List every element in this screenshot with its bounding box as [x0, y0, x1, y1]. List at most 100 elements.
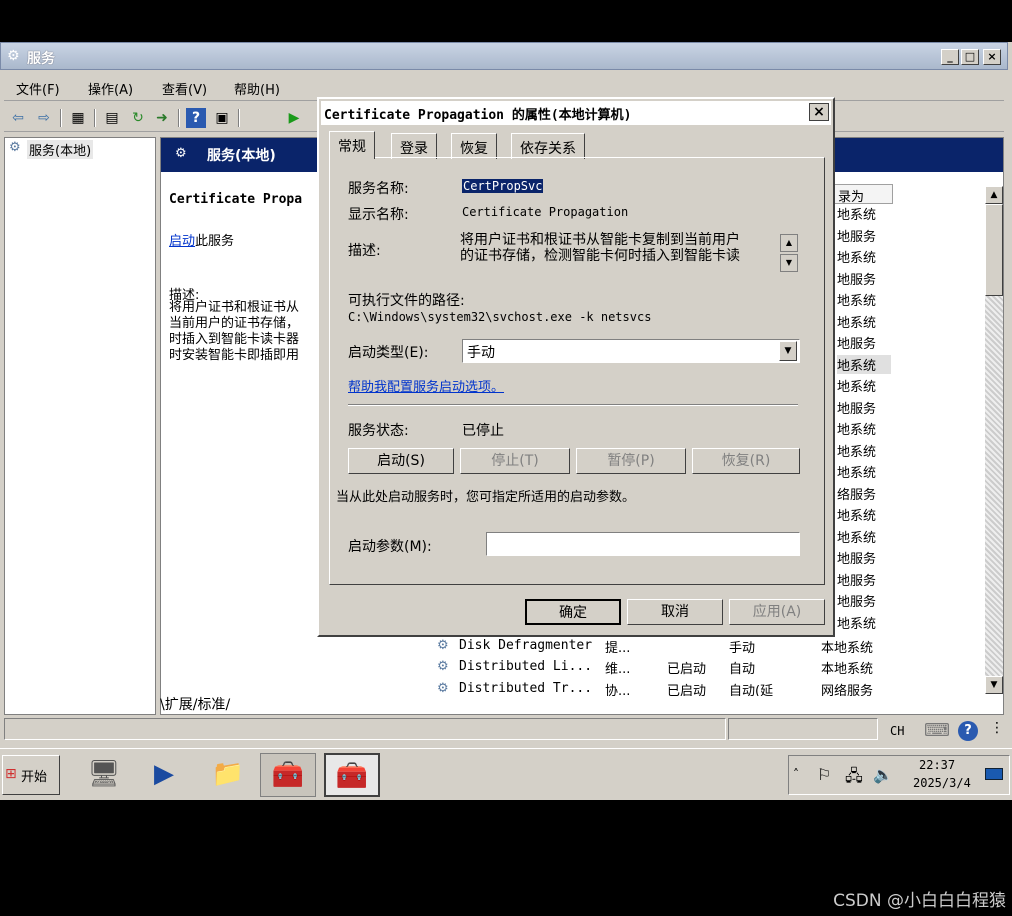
- table-row[interactable]: ⚙ Disk Defragmenter 提... 手动 本地系统: [437, 636, 887, 656]
- volume-muted-icon[interactable]: 🔈: [873, 765, 893, 784]
- logon-cell: 络服务: [837, 487, 877, 503]
- play-icon[interactable]: ▶: [284, 108, 304, 128]
- taskbar: ⊞ 开始 🖥 ▶ 📁 🧰 🧰 ˄ ⚐ 🖧 🔈 22:37 2025/3/4: [0, 748, 1012, 800]
- minimize-button[interactable]: _: [941, 49, 959, 65]
- start-params-input[interactable]: [486, 532, 800, 556]
- logon-cell: 地服务: [837, 401, 877, 417]
- language-bar: CH ⌨ ? ⋮: [882, 718, 1010, 746]
- ok-button[interactable]: 确定: [525, 599, 621, 625]
- explorer-icon[interactable]: 📁: [200, 753, 256, 797]
- flag-icon[interactable]: ⚐: [817, 765, 831, 784]
- menu-view[interactable]: 查看(V): [162, 79, 207, 98]
- dialog-close-button[interactable]: ×: [809, 103, 829, 121]
- keyboard-icon[interactable]: ⌨: [924, 720, 950, 741]
- forward-icon[interactable]: ⇨: [34, 108, 54, 128]
- description-label: 描述:: [348, 243, 381, 259]
- console-icon[interactable]: ▣: [212, 108, 232, 128]
- detail-desc: 将用户证书和根证书从 当前用户的证书存储， 时插入到智能卡读卡器 时安装智能卡即…: [169, 300, 319, 364]
- logon-cell: 地系统: [837, 509, 877, 524]
- help-circle-icon[interactable]: ?: [958, 721, 978, 741]
- desc-scroll-down-icon[interactable]: ▼: [780, 254, 798, 272]
- logon-cell: 地服务: [837, 552, 877, 567]
- desc-scroll-up-icon[interactable]: ▲: [780, 234, 798, 252]
- tree-root-item[interactable]: 服务(本地): [27, 140, 94, 159]
- window-titlebar[interactable]: ⚙ 服务 _ □ ×: [0, 42, 1008, 70]
- pause-button[interactable]: 暂停(P): [576, 448, 686, 474]
- service-name-label: 服务名称:: [348, 181, 409, 197]
- logon-cell: 地系统: [837, 315, 877, 331]
- resume-button[interactable]: 恢复(R): [692, 448, 800, 474]
- language-indicator[interactable]: CH: [890, 724, 904, 738]
- start-button[interactable]: ⊞ 开始: [2, 755, 60, 795]
- taskbar-item-services-2[interactable]: 🧰: [324, 753, 380, 797]
- detail-desc-line: 时安装智能卡即插即用: [169, 348, 300, 363]
- row-status: 已启动: [667, 684, 707, 696]
- refresh-icon[interactable]: ↻: [128, 108, 148, 128]
- menu-file[interactable]: 文件(F): [16, 79, 60, 98]
- start-suffix: 此服务: [195, 234, 235, 249]
- description-line: 将用户证书和根证书从智能卡复制到当前用户: [460, 232, 740, 248]
- export-icon[interactable]: ➜: [152, 108, 172, 128]
- service-name-value[interactable]: CertPropSvc: [462, 179, 544, 193]
- service-gear-icon: ⚙: [437, 659, 449, 674]
- stop-button[interactable]: 停止(T): [460, 448, 570, 474]
- column-header-logon[interactable]: 录为: [833, 184, 893, 205]
- window-title: 服务: [27, 51, 55, 67]
- tab-recovery[interactable]: 恢复: [451, 133, 497, 159]
- logon-cell: 地系统: [837, 208, 877, 223]
- logon-cell: 地服务: [837, 229, 877, 245]
- tab-logon[interactable]: 登录: [391, 133, 437, 159]
- start-button-dialog[interactable]: 启动(S): [348, 448, 454, 474]
- dialog-titlebar[interactable]: Certificate Propagation 的属性(本地计算机) ×: [321, 101, 831, 125]
- tab-general[interactable]: 常规: [329, 131, 375, 159]
- server-manager-icon[interactable]: 🖥: [76, 753, 132, 797]
- header-gear-icon: ⚙: [175, 146, 187, 161]
- table-row[interactable]: ⚙ Distributed Li... 维... 已启动 自动 本地系统: [437, 657, 887, 677]
- row-name: Distributed Tr...: [459, 681, 593, 696]
- row-logon: 网络服务: [821, 684, 874, 696]
- powershell-icon[interactable]: ▶: [136, 753, 192, 797]
- maximize-button[interactable]: □: [961, 49, 979, 65]
- logon-cell: 地系统: [837, 380, 877, 395]
- logon-cell: 地服务: [837, 337, 877, 352]
- tab-extended[interactable]: 扩展: [165, 697, 193, 713]
- help-configure-link[interactable]: 帮助我配置服务启动选项。: [348, 376, 504, 395]
- network-icon[interactable]: 🖧: [845, 765, 863, 792]
- show-tree-icon[interactable]: ▦: [68, 108, 88, 128]
- logon-cell: 地系统: [837, 294, 877, 309]
- back-icon[interactable]: ⇦: [8, 108, 28, 128]
- scroll-down-icon[interactable]: ▼: [985, 676, 1003, 694]
- apply-button[interactable]: 应用(A): [729, 599, 825, 625]
- system-tray: ˄ ⚐ 🖧 🔈 22:37 2025/3/4: [788, 755, 1010, 795]
- vertical-scrollbar[interactable]: ▲ ▼: [985, 186, 1003, 694]
- options-icon[interactable]: ⋮: [990, 720, 1004, 736]
- start-label: 开始: [21, 770, 48, 785]
- help-icon[interactable]: ?: [186, 108, 206, 128]
- scroll-up-icon[interactable]: ▲: [985, 186, 1003, 204]
- close-button[interactable]: ×: [983, 49, 1001, 65]
- status-bar: [4, 718, 726, 740]
- chevron-down-icon[interactable]: ▼: [779, 341, 797, 361]
- start-service-link[interactable]: 启动: [169, 234, 195, 249]
- startup-type-select[interactable]: 手动 ▼: [462, 339, 800, 363]
- scroll-thumb[interactable]: [985, 204, 1003, 296]
- logon-cell: 地服务: [837, 595, 877, 610]
- menu-action[interactable]: 操作(A): [88, 79, 133, 98]
- column-header-logon-label: 录为: [838, 190, 865, 205]
- pane-header-title: 服务(本地): [207, 148, 276, 164]
- tab-dependencies[interactable]: 依存关系: [511, 133, 585, 159]
- row-name: Disk Defragmenter: [459, 638, 593, 653]
- tab-standard[interactable]: 标准: [197, 697, 225, 713]
- taskbar-item-services-1[interactable]: 🧰: [260, 753, 316, 797]
- show-desktop-icon[interactable]: [985, 768, 1003, 780]
- cancel-button[interactable]: 取消: [627, 599, 723, 625]
- detail-desc-line: 时插入到智能卡读卡器: [169, 332, 300, 347]
- startup-type-label: 启动类型(E):: [348, 345, 429, 361]
- table-row[interactable]: ⚙ Distributed Tr... 协... 已启动 自动(延 网络服务: [437, 679, 887, 696]
- menu-help[interactable]: 帮助(H): [234, 79, 280, 98]
- description-box[interactable]: 将用户证书和根证书从智能卡复制到当前用户 的证书存储，检测智能卡何时插入到智能卡…: [460, 232, 800, 272]
- tree-pane: ⚙ 服务(本地): [4, 137, 156, 715]
- windows-logo-icon: ⊞: [5, 766, 17, 782]
- chevron-up-icon[interactable]: ˄: [793, 767, 799, 781]
- properties-icon[interactable]: ▤: [102, 108, 122, 128]
